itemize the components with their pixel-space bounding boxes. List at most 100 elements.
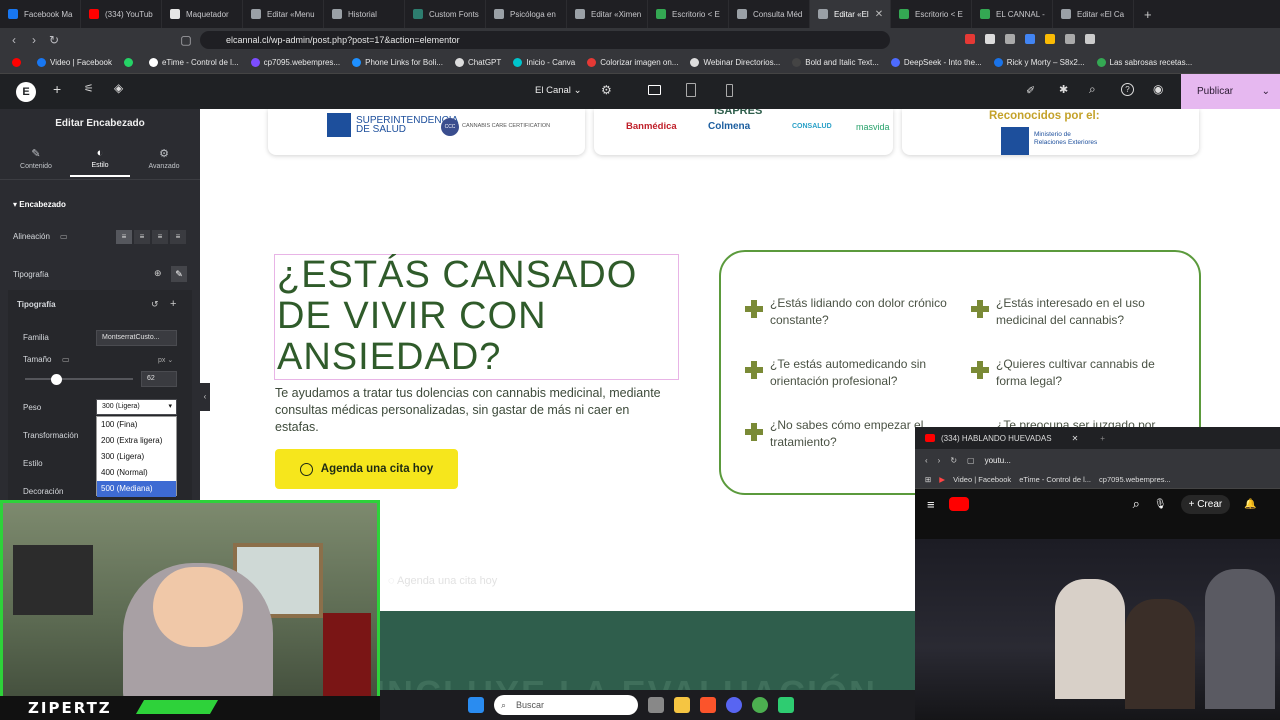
notifications-icon[interactable]: 🔔 <box>1244 499 1256 510</box>
bookmark-icon[interactable]: ▢ <box>176 30 196 50</box>
app-icon[interactable] <box>778 697 794 713</box>
section-toggle[interactable]: ▾ Encabezado <box>13 200 66 209</box>
file-explorer-icon[interactable] <box>674 697 690 713</box>
browser-tab[interactable]: Consulta Méd <box>729 0 810 28</box>
browser-tab[interactable]: Editar «El ✕ <box>810 0 891 28</box>
mobile-view-icon[interactable] <box>726 84 733 97</box>
site-settings-icon[interactable]: ⚙ <box>601 83 612 97</box>
weight-option[interactable]: 400 (Normal) <box>97 465 176 481</box>
discord-icon[interactable] <box>726 697 742 713</box>
unit-select[interactable]: px ⌄ <box>158 356 173 364</box>
url-input[interactable]: elcannal.cl/wp-admin/post.php?post=17&ac… <box>200 31 890 49</box>
youtube-logo-icon[interactable] <box>948 497 969 511</box>
browser-tab[interactable]: Editar «Ximen <box>567 0 648 28</box>
apps-grid-icon[interactable]: ⊞ <box>925 475 931 484</box>
taskbar-search[interactable]: ⌕ Buscar <box>494 695 638 715</box>
bookmark-item[interactable]: ChatGPT <box>449 58 507 67</box>
microphone-icon[interactable]: 🎙 <box>1154 499 1167 510</box>
browser-tab[interactable]: (334) YouTub <box>81 0 162 28</box>
browser-tab[interactable]: Editar «El Ca <box>1053 0 1134 28</box>
ai-icon[interactable]: ✐ <box>1026 84 1035 97</box>
extension-icon[interactable] <box>1005 34 1015 44</box>
chrome-icon[interactable] <box>752 697 768 713</box>
bookmark-item[interactable]: cp7095.webempres... <box>245 58 347 67</box>
bookmark-item[interactable]: Inicio - Canva <box>507 58 581 67</box>
size-input[interactable]: 62 <box>141 371 177 387</box>
extension-icon[interactable] <box>1045 34 1055 44</box>
back-icon[interactable]: ‹ <box>4 30 24 50</box>
tablet-view-icon[interactable] <box>686 83 696 97</box>
video-player[interactable] <box>915 539 1280 720</box>
bookmark-item[interactable] <box>118 58 143 67</box>
bookmark-icon[interactable]: ▢ <box>967 456 975 465</box>
tab-estilo[interactable]: ◐ Estilo <box>70 147 130 177</box>
notes-icon[interactable]: ✱ <box>1059 83 1068 96</box>
site-selector[interactable]: El Canal ⌄ <box>535 85 582 96</box>
bookmark-item[interactable]: Webinar Directorios... <box>684 58 786 67</box>
settings-sliders-icon[interactable]: ⚟ <box>84 82 94 95</box>
bookmark-item[interactable] <box>6 58 31 67</box>
browser-tab[interactable]: Facebook Ma <box>0 0 81 28</box>
bookmark-item[interactable]: Rick y Morty – S8x2... <box>988 58 1091 67</box>
collapse-panel-icon[interactable]: ‹ <box>200 383 210 411</box>
browser-tab[interactable]: Maquetador <box>162 0 243 28</box>
new-tab-icon[interactable]: + <box>1134 7 1162 22</box>
close-tab-icon[interactable]: ✕ <box>875 9 883 20</box>
bookmark-item[interactable]: Las sabrosas recetas... <box>1091 58 1199 67</box>
browser-tab[interactable]: Editar «Menu <box>243 0 324 28</box>
size-slider-handle[interactable] <box>51 374 62 385</box>
align-right-icon[interactable]: ≡ <box>152 230 168 244</box>
bookmark-item[interactable]: ▶ <box>939 475 945 484</box>
weight-option[interactable]: 100 (Fina) <box>97 417 176 433</box>
add-element-icon[interactable]: + <box>53 81 61 97</box>
close-icon[interactable]: ✕ <box>1072 434 1079 443</box>
help-icon[interactable]: ? <box>1121 83 1134 96</box>
bookmark-item[interactable]: Video | Facebook <box>31 58 118 67</box>
search-icon[interactable]: ⌕ <box>1133 496 1140 512</box>
back-icon[interactable]: ‹ <box>925 456 928 465</box>
menu-icon[interactable]: ≡ <box>927 497 935 512</box>
size-slider-track[interactable] <box>25 378 133 380</box>
align-justify-icon[interactable]: ≡ <box>170 230 186 244</box>
layers-icon[interactable]: ◈ <box>114 81 123 95</box>
bookmark-item[interactable]: cp7095.webempres... <box>1099 475 1171 484</box>
add-icon[interactable]: + <box>170 298 176 310</box>
desktop-view-icon[interactable] <box>648 85 661 95</box>
reload-icon[interactable]: ↻ <box>950 456 957 465</box>
extension-icon[interactable] <box>985 34 995 44</box>
browser-tab[interactable]: Escritorio < E <box>648 0 729 28</box>
extension-icon[interactable] <box>965 34 975 44</box>
bookmark-item[interactable]: Colorizar imagen on... <box>581 58 684 67</box>
bookmark-item[interactable]: Phone Links for Boli... <box>346 58 449 67</box>
browser-tab[interactable]: EL CANNAL - <box>972 0 1053 28</box>
bookmark-item[interactable]: eTime - Control de l... <box>1019 475 1091 484</box>
search-icon[interactable]: ⌕ <box>1089 82 1096 97</box>
extension-icon[interactable] <box>1085 34 1095 44</box>
elementor-logo-icon[interactable]: E <box>16 82 36 102</box>
publish-button[interactable]: Publicar ⌄ <box>1181 74 1280 109</box>
weight-select[interactable]: 300 (Ligera) ▾ <box>96 399 177 415</box>
tab-contenido[interactable]: ✎ Contenido <box>6 147 66 170</box>
extension-icon[interactable] <box>1065 34 1075 44</box>
family-select[interactable]: MontserratCusto... <box>96 330 177 346</box>
reset-icon[interactable]: ↺ <box>151 299 159 310</box>
chevron-down-icon[interactable]: ⌄ <box>1262 74 1270 109</box>
browser-tab[interactable]: Custom Fonts <box>405 0 486 28</box>
bookmark-item[interactable]: DeepSeek - Into the... <box>885 58 988 67</box>
extension-icon[interactable] <box>1025 34 1035 44</box>
bookmark-item[interactable]: eTime - Control de l... <box>143 58 245 67</box>
forward-icon[interactable]: › <box>938 456 941 465</box>
browser-tab[interactable]: Psicóloga en <box>486 0 567 28</box>
weight-option[interactable]: 300 (Ligera) <box>97 449 176 465</box>
youtube-tab[interactable]: (334) HABLANDO HUEVADAS ✕ + <box>915 427 1280 449</box>
align-center-icon[interactable]: ≡ <box>134 230 150 244</box>
browser-tab[interactable]: Historial <box>324 0 405 28</box>
reload-icon[interactable]: ↻ <box>44 30 64 50</box>
task-view-icon[interactable] <box>648 697 664 713</box>
youtube-url[interactable]: youtu... <box>985 456 1011 465</box>
windows-start-icon[interactable] <box>468 697 484 713</box>
edit-typography-icon[interactable]: ✎ <box>171 266 187 282</box>
create-button[interactable]: + Crear <box>1180 494 1231 514</box>
bookmark-item[interactable]: Bold and Italic Text... <box>786 58 885 67</box>
tab-avanzado[interactable]: ⚙ Avanzado <box>134 147 194 170</box>
